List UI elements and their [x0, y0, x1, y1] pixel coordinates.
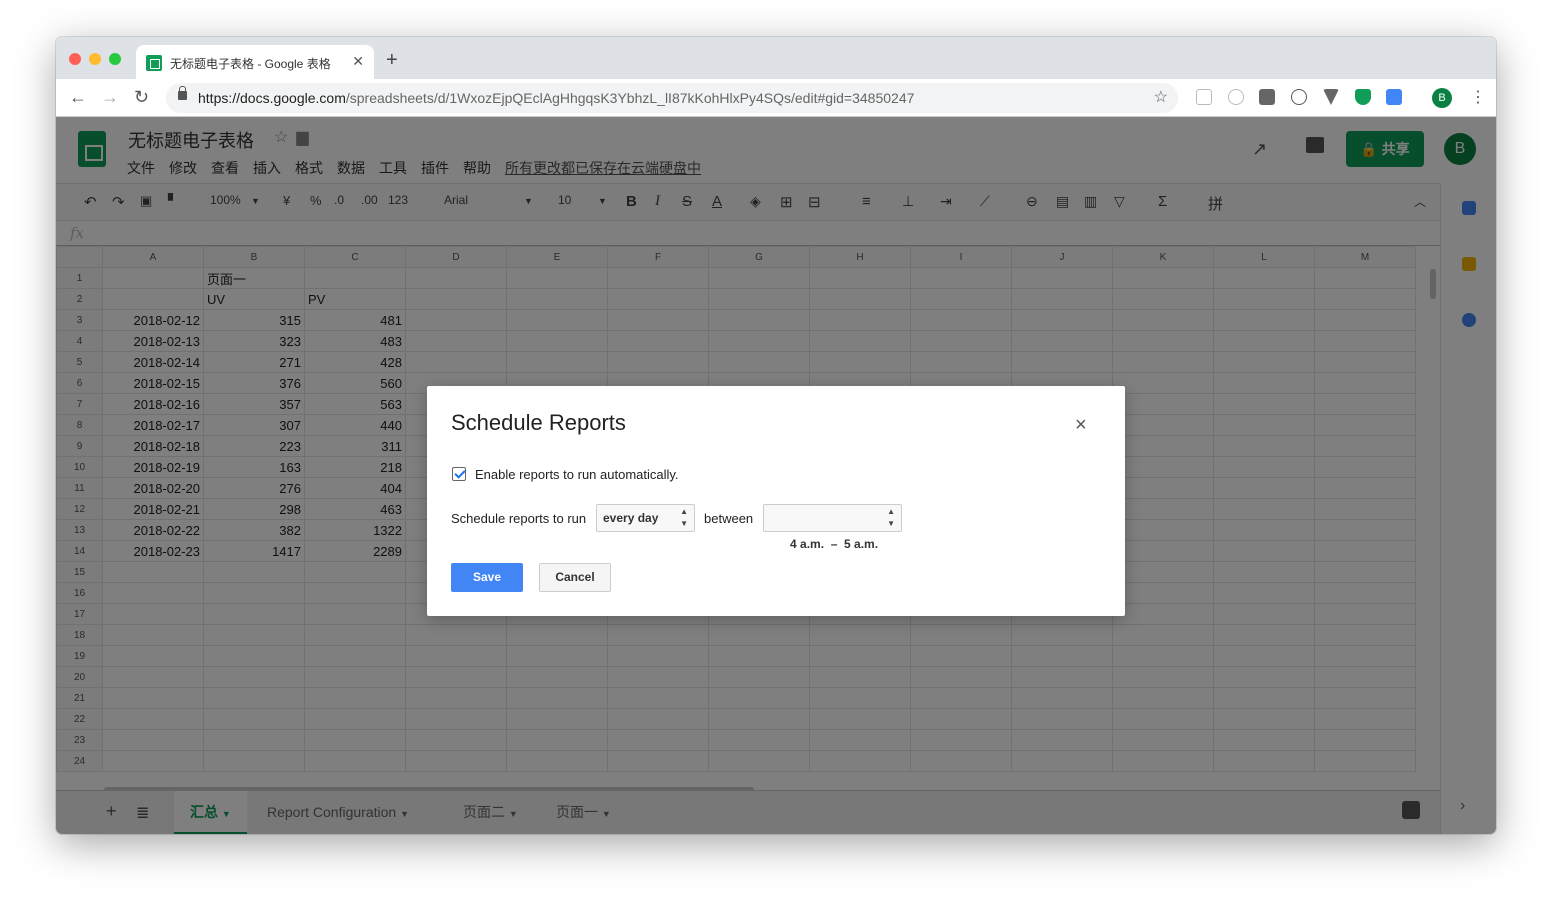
close-window-button[interactable]	[69, 53, 81, 65]
extension-icon[interactable]	[1228, 89, 1244, 105]
enable-reports-label[interactable]: Enable reports to run automatically.	[475, 467, 679, 482]
tab-strip: 无标题电子表格 - Google 表格 ✕ +	[56, 37, 1496, 79]
schedule-reports-dialog: Schedule Reports × Enable reports to run…	[427, 386, 1125, 616]
forward-icon[interactable]: →	[101, 87, 119, 108]
time-range-select[interactable]: 4 a.m. – 5 a.m. ▲ ▼	[763, 504, 902, 551]
close-icon[interactable]: ×	[1075, 414, 1087, 437]
close-tab-icon[interactable]: ✕	[352, 53, 364, 70]
extension-icon[interactable]	[1196, 89, 1212, 105]
save-button[interactable]: Save	[451, 563, 523, 592]
translate-icon[interactable]	[1386, 89, 1402, 105]
browser-tab-title: 无标题电子表格 - Google 表格	[170, 57, 331, 71]
cancel-button[interactable]: Cancel	[539, 563, 611, 592]
frequency-value: every day	[603, 511, 659, 525]
browser-window: 无标题电子表格 - Google 表格 ✕ + ← → ↻ https://do…	[56, 37, 1496, 834]
bookmark-star-icon[interactable]: ☆	[1154, 87, 1168, 107]
enable-reports-checkbox[interactable]	[452, 467, 466, 481]
url-text[interactable]: https://docs.google.com/spreadsheets/d/1…	[198, 90, 914, 106]
camera-icon[interactable]	[1259, 89, 1275, 105]
time-range-value: 4 a.m. – 5 a.m.	[790, 537, 879, 551]
frequency-select[interactable]: every day ▲ ▼	[596, 504, 695, 532]
dialog-title: Schedule Reports	[451, 410, 626, 435]
address-bar[interactable]: https://docs.google.com/spreadsheets/d/1…	[166, 83, 1178, 113]
back-icon[interactable]: ←	[69, 87, 87, 108]
browser-menu-icon[interactable]: ⋮	[1470, 87, 1486, 107]
minimize-window-button[interactable]	[89, 53, 101, 65]
select-arrows-icon: ▲ ▼	[887, 507, 895, 528]
browser-avatar[interactable]: B	[1432, 88, 1452, 108]
extension-icon[interactable]	[1291, 89, 1307, 105]
sheets-favicon-icon	[146, 55, 162, 71]
select-arrows-icon: ▲ ▼	[680, 507, 688, 528]
new-tab-button[interactable]: +	[386, 49, 398, 72]
reload-icon[interactable]: ↻	[134, 87, 149, 108]
url-path: /spreadsheets/d/1WxozEjpQEclAgHhgqsK3Ybh…	[345, 90, 915, 106]
browser-toolbar: ← → ↻ https://docs.google.com/spreadshee…	[56, 79, 1496, 117]
browser-tab[interactable]: 无标题电子表格 - Google 表格 ✕	[136, 45, 374, 79]
url-host: https://docs.google.com	[198, 90, 346, 106]
shield-icon[interactable]	[1355, 89, 1371, 105]
between-label: between	[704, 511, 754, 526]
lock-icon	[178, 86, 187, 100]
schedule-label: Schedule reports to run	[451, 511, 587, 526]
extension-icon[interactable]	[1323, 89, 1339, 105]
maximize-window-button[interactable]	[109, 53, 121, 65]
